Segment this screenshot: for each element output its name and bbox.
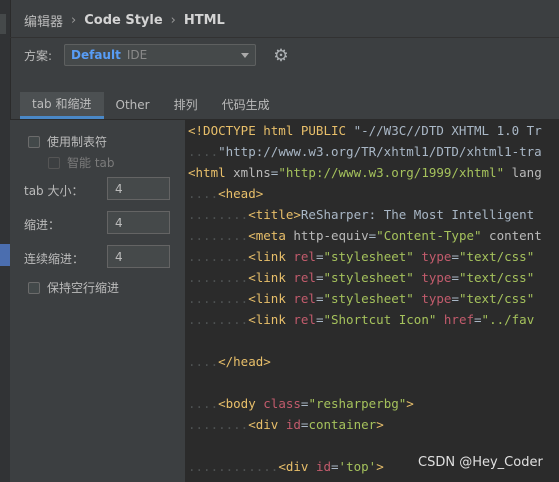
tab-code-generation[interactable]: 代码生成 [210,92,282,118]
code-line: ........<link rel="Shortcut Icon" href="… [188,312,535,327]
continuation-indent-input[interactable] [107,245,170,268]
header-divider [10,37,559,38]
code-line: ........<title>ReSharper: The Most Intel… [188,207,535,222]
scheme-name: Default [71,48,121,62]
code-line: ....</head> [188,354,271,369]
tab-size-label: tab 大小： [24,184,84,198]
code-line: ........<link rel="stylesheet" type="tex… [188,249,535,264]
code-line: ............<div id='top'> [188,459,384,474]
code-line: ....<body class="resharperbg"> [188,396,414,411]
scheme-label: 方案: [24,49,53,63]
code-line: ....<head> [188,186,264,201]
tab-bar: tab 和缩进 Other 排列 代码生成 [20,92,282,119]
keep-indent-checkbox[interactable] [28,281,40,294]
smart-tab-checkbox [48,156,60,169]
breadcrumb-editor[interactable]: 编辑器 [24,11,63,30]
continuation-indent-label: 连续缩进： [24,252,85,266]
code-preview[interactable]: <!DOCTYPE html PUBLIC "-//W3C//DTD XHTML… [186,120,559,482]
watermark: CSDN @Hey_Coder [418,455,543,470]
gear-icon[interactable]: ⚙ [271,46,291,66]
scheme-tag: IDE [126,48,148,62]
options-panel: 使用制表符 智能 tab tab 大小： 缩进： 连续缩进： 保持空行缩进 [10,120,186,482]
code-line: ........<link rel="stylesheet" type="tex… [188,270,535,285]
breadcrumb-html: HTML [183,12,225,28]
smart-tab-checkbox-row: 智能 tab [48,154,115,171]
code-line: ........<meta http-equiv="Content-Type" … [188,228,542,243]
indent-label: 缩进： [24,218,61,232]
use-tab-checkbox-row[interactable]: 使用制表符 [28,133,107,150]
use-tab-checkbox[interactable] [28,135,40,148]
code-line: ........<link rel="stylesheet" type="tex… [188,291,535,306]
scheme-dropdown[interactable]: Default IDE [64,44,256,66]
tab-tabs-and-indents[interactable]: tab 和缩进 [20,92,104,119]
tab-other[interactable]: Other [104,92,162,118]
breadcrumb-separator-icon: › [170,12,176,28]
use-tab-label: 使用制表符 [47,135,108,149]
tree-selected-item[interactable] [0,244,10,266]
breadcrumb: 编辑器 › Code Style › HTML [24,10,225,30]
indent-input[interactable] [107,211,170,234]
tab-arrangement[interactable]: 排列 [162,92,210,118]
code-line: ...."http://www.w3.org/TR/xhtml1/DTD/xht… [188,144,542,159]
chevron-down-icon [241,53,249,58]
code-line: <html xmlns="http://www.w3.org/1999/xhtm… [188,165,542,180]
breadcrumb-separator-icon: › [71,12,77,28]
smart-tab-label: 智能 tab [67,156,115,170]
tab-size-input[interactable] [107,177,170,200]
keep-indent-label: 保持空行缩进 [47,281,120,295]
code-line: ........<div id=container> [188,417,384,432]
keep-indent-checkbox-row[interactable]: 保持空行缩进 [28,279,119,296]
breadcrumb-code-style[interactable]: Code Style [84,13,162,28]
code-line: <!DOCTYPE html PUBLIC "-//W3C//DTD XHTML… [188,123,542,138]
tree-scroll-thumb[interactable] [0,14,6,34]
